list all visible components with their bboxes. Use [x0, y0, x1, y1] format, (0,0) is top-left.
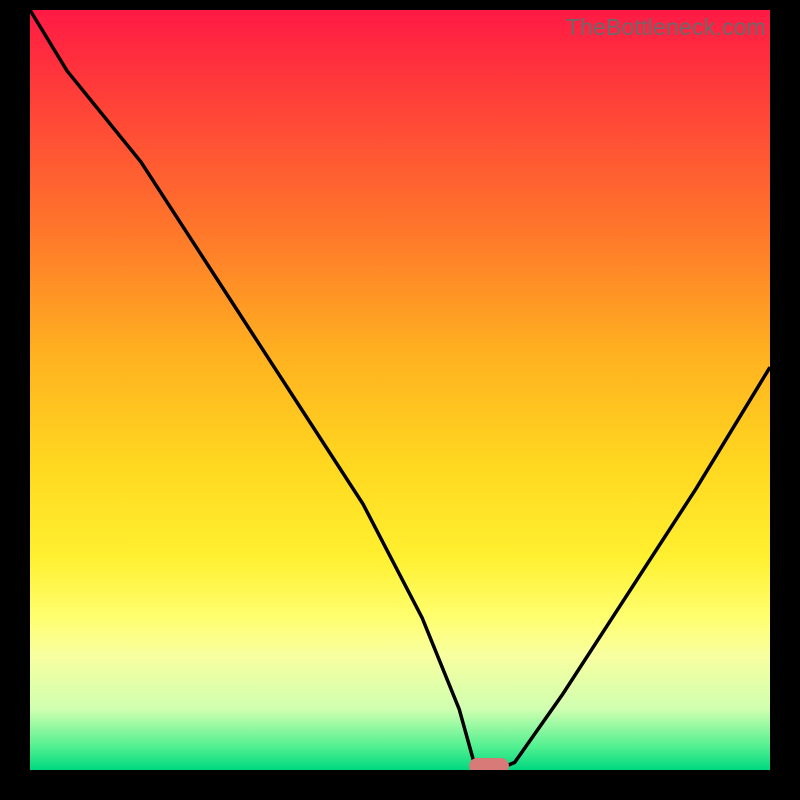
watermark-text: TheBottleneck.com — [566, 14, 766, 41]
chart-frame — [0, 0, 800, 800]
